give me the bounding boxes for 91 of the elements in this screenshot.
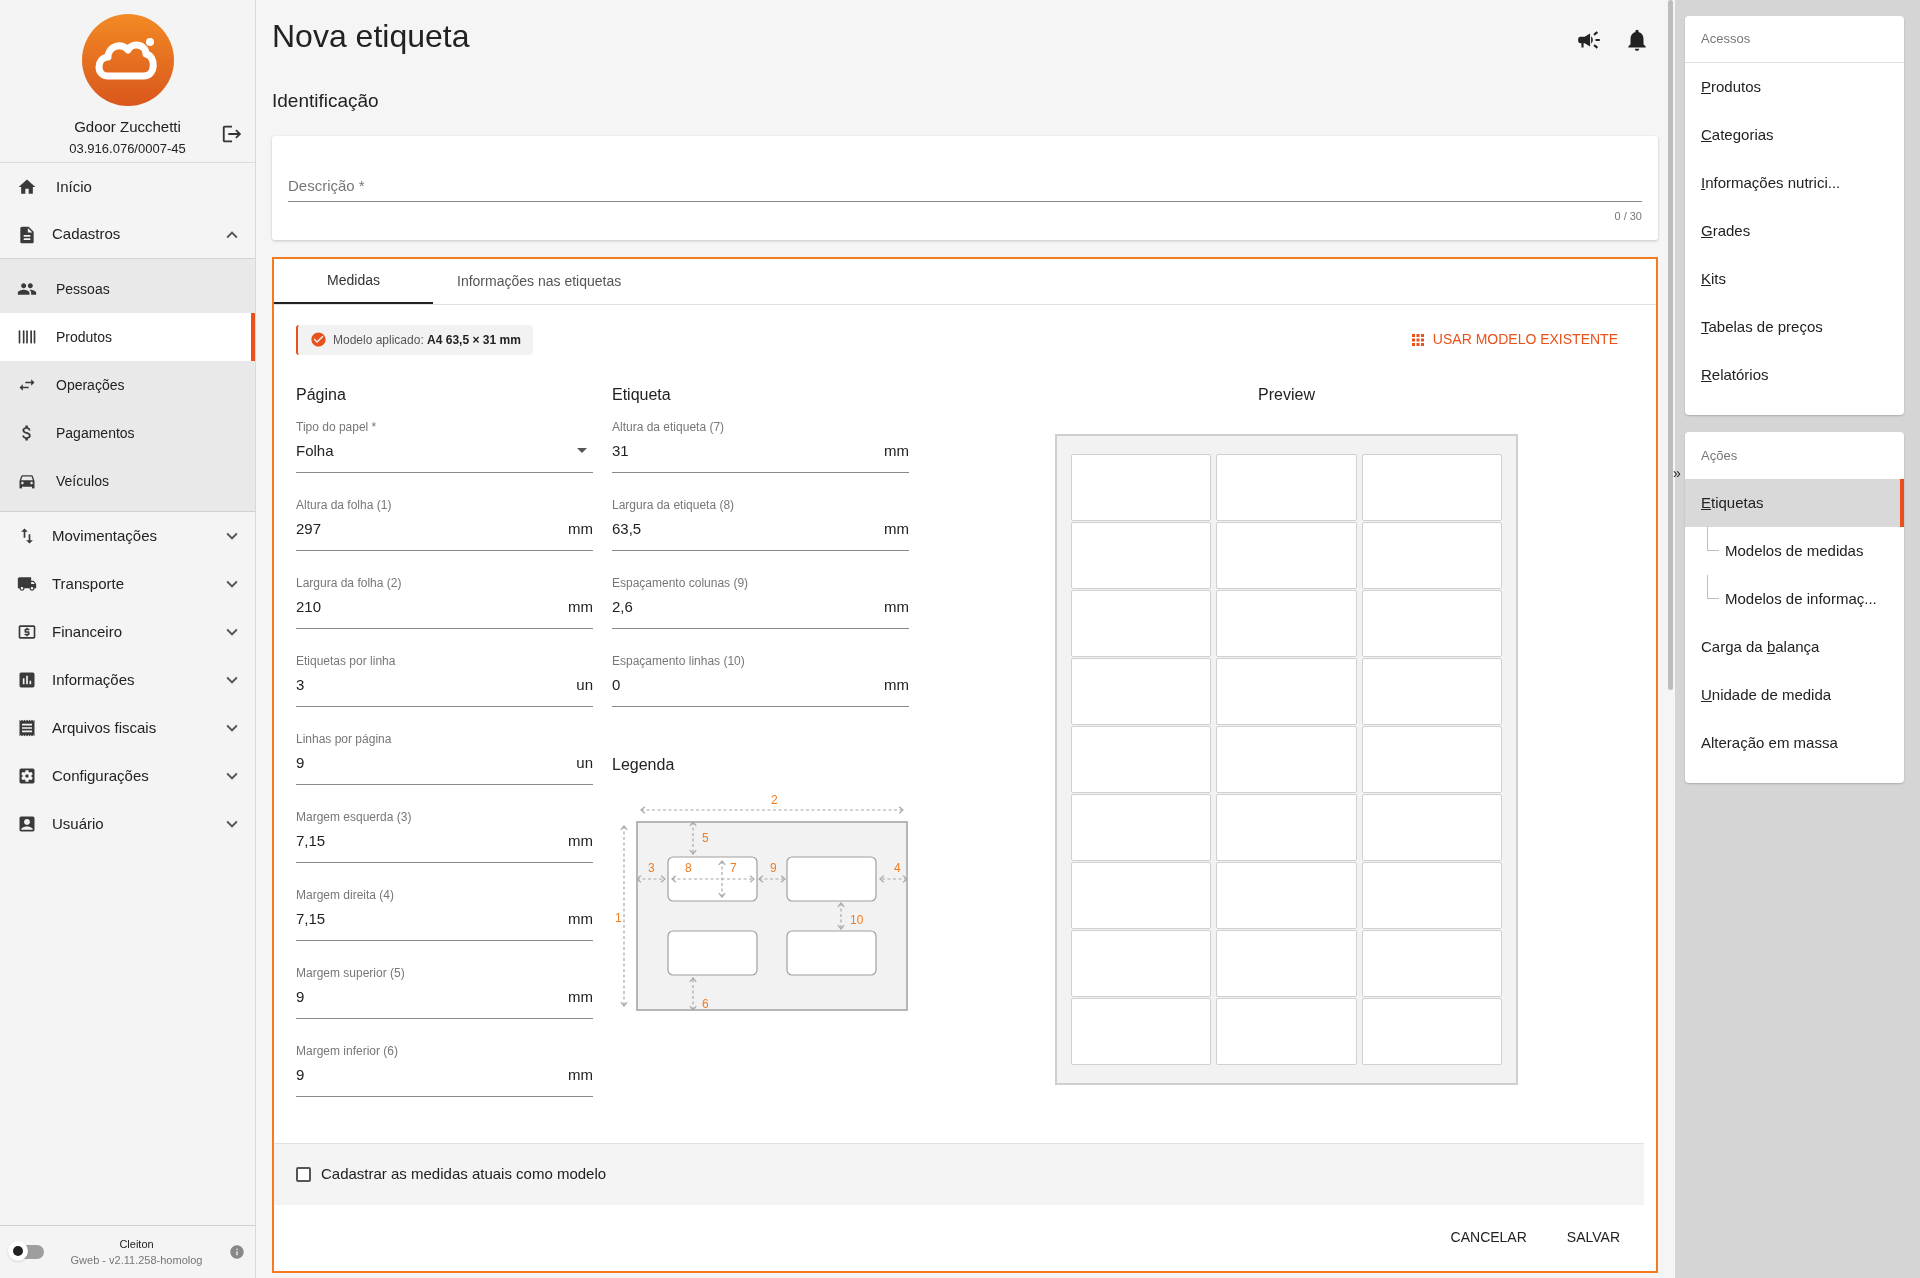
company-id: 03.916.076/0007-45 (69, 139, 186, 158)
input-field[interactable]: Margem direita (4) 7,15 mm (296, 883, 593, 941)
panel-link[interactable]: Kits (1685, 255, 1904, 303)
applied-model-notice: Modelo aplicado: A4 63,5 × 31 mm (296, 324, 533, 355)
use-existing-model-button[interactable]: USAR MODELO EXISTENTE (1408, 329, 1618, 350)
dimension-arrow (636, 874, 666, 883)
input-field[interactable]: Margem inferior (6) 9 mm (296, 1039, 593, 1097)
dimension-arrow (758, 874, 786, 883)
panel-link[interactable]: Categorias (1685, 111, 1904, 159)
sidebar-item[interactable]: Configurações (0, 752, 255, 800)
legend-number: 1 (615, 910, 622, 925)
dimension-arrow (689, 976, 697, 1011)
legend-number: 10 (850, 912, 864, 927)
character-counter: 0 / 30 (1614, 208, 1642, 224)
panel-link[interactable]: Alteração em massa (1685, 719, 1904, 767)
column-heading: Etiqueta (612, 384, 672, 405)
sidebar-subitem[interactable]: Operações (0, 361, 255, 409)
panel-link[interactable]: Tabelas de preços (1685, 303, 1904, 351)
section-title: Identificação (272, 89, 380, 113)
check-icon (310, 331, 327, 348)
card-heading: Acessos (1701, 30, 1751, 49)
panel-link[interactable]: Relatórios (1685, 351, 1904, 399)
legend-heading: Legenda (612, 754, 676, 775)
sidebar-subitem[interactable]: Pessoas (0, 265, 255, 313)
legend-number: 9 (770, 860, 777, 875)
money-icon (17, 622, 37, 642)
input-field[interactable]: Margem esquerda (3) 7,15 mm (296, 805, 593, 863)
dropdown-icon (577, 448, 587, 454)
cancel-button[interactable]: CANCELAR (1438, 1219, 1539, 1256)
panel-link[interactable]: Informações nutrici... (1685, 159, 1904, 207)
legend-number: 6 (702, 996, 709, 1011)
sidebar-item[interactable]: Usuário (0, 800, 255, 848)
tab[interactable]: Medidas (274, 258, 433, 304)
panel-link[interactable]: Produtos (1685, 63, 1904, 111)
input-field[interactable]: Altura da folha (1) 297 mm (296, 493, 593, 551)
panel-link[interactable]: Grades (1685, 207, 1904, 255)
panel-link[interactable]: Unidade de medida (1685, 671, 1904, 719)
input-field[interactable]: Espaçamento linhas (10) 0 mm (612, 649, 909, 707)
sidebar-subitem[interactable]: Pagamentos (0, 409, 255, 457)
document-icon (17, 718, 37, 738)
input-field[interactable]: Espaçamento colunas (9) 2,6 mm (612, 571, 909, 629)
barcode-icon (17, 327, 37, 347)
panel-link[interactable]: Carga da balança (1685, 623, 1904, 671)
save-as-model-checkbox[interactable]: Cadastrar as medidas atuais como modelo (296, 1162, 607, 1186)
user-name: Cleiton (119, 1236, 154, 1252)
sidebar-item[interactable]: Início (0, 163, 255, 211)
save-button[interactable]: SALVAR (1554, 1219, 1632, 1256)
dimension-arrow (837, 901, 845, 930)
sidebar-item[interactable]: Movimentações (0, 512, 255, 560)
chart-icon (17, 670, 37, 690)
legend-number: 5 (702, 830, 709, 845)
document-icon (17, 224, 37, 245)
sidebar-item[interactable]: Transporte (0, 560, 255, 608)
dimension-arrow (689, 820, 697, 855)
input-field[interactable]: Etiquetas por linha 3 un (296, 649, 593, 707)
card-heading: Ações (1701, 446, 1738, 465)
user-icon (17, 814, 37, 834)
legend-number: 4 (894, 860, 901, 875)
input-field[interactable]: Altura da etiqueta (7) 31 mm (612, 415, 909, 473)
input-field[interactable]: Largura da folha (2) 210 mm (296, 571, 593, 629)
dimension-arrow (879, 874, 908, 883)
legend-number: 8 (685, 860, 692, 875)
input-field[interactable]: Margem superior (5) 9 mm (296, 961, 593, 1019)
switch-company-icon[interactable] (221, 123, 243, 145)
legend-number: 2 (771, 792, 778, 807)
legend-number: 3 (648, 860, 655, 875)
version-text: Gweb - v2.11.258-homolog (70, 1253, 203, 1268)
panel-sublink[interactable]: Modelos de medidas (1725, 539, 1864, 563)
sidebar-subitem[interactable]: Produtos (0, 313, 255, 361)
settings-icon (17, 766, 37, 786)
input-field[interactable]: Linhas por página 9 un (296, 727, 593, 785)
sidebar-item[interactable]: Informações (0, 656, 255, 704)
legend-number: 7 (730, 860, 737, 875)
tree-line (1707, 527, 1719, 551)
panel-sublink[interactable]: Modelos de informaç... (1725, 587, 1877, 611)
company-name: Gdoor Zucchetti (74, 117, 181, 137)
select-field[interactable]: Tipo do papel * Folha (296, 415, 593, 473)
page-title: Nova etiqueta (272, 17, 471, 56)
sidebar-subitem[interactable]: Veículos (0, 457, 255, 505)
preview-heading: Preview (1258, 384, 1315, 405)
input-field[interactable]: Largura da etiqueta (8) 63,5 mm (612, 493, 909, 551)
scrollbar[interactable] (1668, 0, 1673, 690)
home-icon (17, 177, 37, 197)
sidebar-item[interactable]: Financeiro (0, 608, 255, 656)
info-icon[interactable] (229, 1244, 245, 1260)
tree-line (1707, 575, 1719, 599)
expand-toggle[interactable]: » (1673, 463, 1681, 484)
sidebar-item[interactable]: Arquivos fiscais (0, 704, 255, 752)
column-heading: Página (296, 384, 347, 405)
tab[interactable]: Informações nas etiquetas (433, 258, 646, 304)
panel-link[interactable]: Etiquetas (1685, 479, 1904, 527)
